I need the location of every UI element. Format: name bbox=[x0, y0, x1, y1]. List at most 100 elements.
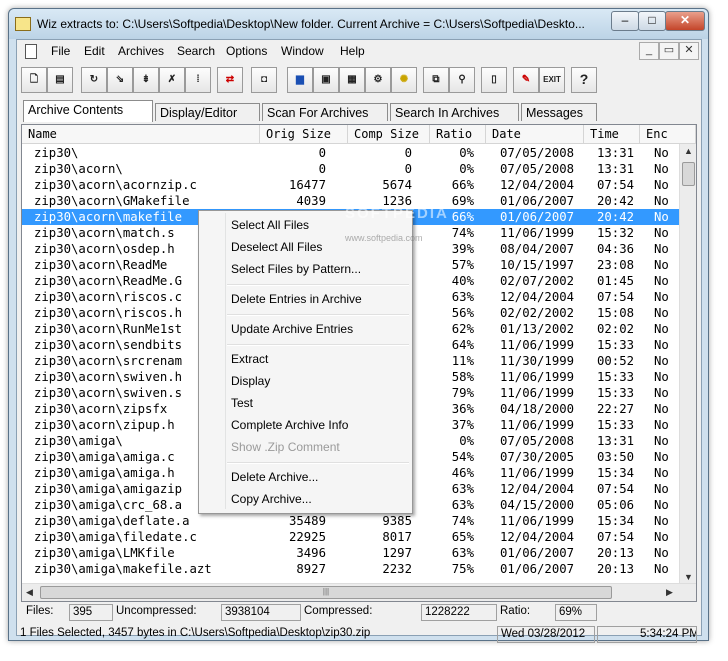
add-files-icon[interactable]: ⇄ bbox=[217, 67, 243, 93]
menu-help[interactable]: Help bbox=[340, 44, 365, 58]
config-icon[interactable]: ⚙ bbox=[365, 67, 391, 93]
scroll-right-arrow-icon[interactable]: ▶ bbox=[666, 587, 673, 598]
minimize-button[interactable]: – bbox=[611, 11, 639, 31]
menu-test[interactable]: Test bbox=[231, 396, 253, 410]
menu-archives[interactable]: Archives bbox=[118, 44, 164, 58]
cell-date: 01/06/2007 bbox=[500, 194, 575, 208]
menu-separator bbox=[227, 344, 409, 346]
column-header-date[interactable]: Date bbox=[486, 125, 584, 143]
menu-delete-entries[interactable]: Delete Entries in Archive bbox=[231, 292, 362, 306]
menu-select-all-files[interactable]: Select All Files bbox=[231, 218, 309, 232]
cell-comp: 5674 bbox=[382, 178, 412, 192]
cell-enc: No bbox=[654, 194, 669, 208]
menu-window[interactable]: Window bbox=[281, 44, 324, 58]
table-row[interactable]: zip30\amiga\deflate.a 35489 9385 74% 11/06/1… bbox=[22, 513, 680, 529]
maximize-button[interactable]: □ bbox=[638, 11, 666, 31]
cell-date: 01/06/2007 bbox=[500, 210, 575, 224]
document-icon[interactable] bbox=[25, 44, 37, 59]
tips-icon[interactable]: ✺ bbox=[391, 67, 417, 93]
mdi-close-button[interactable]: ✕ bbox=[679, 42, 699, 60]
table-row[interactable]: zip30\amiga\LMKfile 3496 1297 63% 01/06/2007… bbox=[22, 545, 680, 561]
column-header-comp-size[interactable]: Comp Size bbox=[348, 125, 430, 143]
column-header-ratio[interactable]: Ratio bbox=[430, 125, 486, 143]
mdi-minimize-button[interactable]: _ bbox=[639, 42, 659, 60]
table-row[interactable]: zip30\amiga\filedate.c 22925 8017 65% 12/04/… bbox=[22, 529, 680, 545]
cell-enc: No bbox=[654, 226, 669, 240]
help-icon[interactable]: ? bbox=[571, 67, 597, 93]
close-button[interactable]: ✕ bbox=[665, 11, 705, 31]
menu-separator bbox=[227, 284, 409, 286]
trash-icon[interactable]: ▯ bbox=[481, 67, 507, 93]
cell-comp: 2232 bbox=[382, 562, 412, 576]
delete-icon[interactable]: ✗ bbox=[159, 67, 185, 93]
cell-enc: No bbox=[654, 322, 669, 336]
refresh-icon[interactable]: ↻ bbox=[81, 67, 107, 93]
menu-update-archive-entries[interactable]: Update Archive Entries bbox=[231, 322, 353, 336]
cell-date: 11/06/1999 bbox=[500, 226, 575, 240]
search-icon[interactable]: ▣ bbox=[313, 67, 339, 93]
tab-search-in-archives[interactable]: Search In Archives bbox=[390, 103, 519, 121]
files-label: Files: bbox=[26, 605, 54, 617]
cell-ratio: 11% bbox=[451, 354, 474, 368]
tab-scan-for-archives[interactable]: Scan For Archives bbox=[262, 103, 388, 121]
list-icon[interactable]: ⁞ bbox=[185, 67, 211, 93]
extract-all-icon[interactable]: ⇟ bbox=[133, 67, 159, 93]
scroll-down-arrow-icon[interactable]: ▼ bbox=[684, 572, 693, 582]
menu-options[interactable]: Options bbox=[226, 44, 267, 58]
cell-time: 15:33 bbox=[597, 418, 635, 432]
install-icon[interactable]: ▆ bbox=[287, 67, 313, 93]
mdi-restore-button[interactable]: ▭ bbox=[659, 42, 679, 60]
menu-copy-archive[interactable]: Copy Archive... bbox=[231, 492, 312, 506]
tab-messages[interactable]: Messages bbox=[521, 103, 597, 121]
magnify-icon[interactable]: ⚲ bbox=[449, 67, 475, 93]
cell-ratio: 65% bbox=[451, 530, 474, 544]
table-row[interactable]: zip30\acorn\ 0 0 0% 07/05/2008 13:31 No bbox=[22, 161, 680, 177]
menu-bar: File Edit Archives Search Options Window… bbox=[17, 40, 701, 62]
menu-display[interactable]: Display bbox=[231, 374, 270, 388]
column-header-enc[interactable]: Enc bbox=[640, 125, 696, 143]
menu-edit[interactable]: Edit bbox=[84, 44, 105, 58]
tab-archive-contents[interactable]: Archive Contents bbox=[23, 100, 153, 122]
copy-icon[interactable]: ⧉ bbox=[423, 67, 449, 93]
horizontal-scroll-thumb[interactable]: ||| bbox=[40, 586, 612, 599]
open-archive-icon[interactable]: ▤ bbox=[47, 67, 73, 93]
vertical-scrollbar[interactable]: ▲ ▼ bbox=[679, 144, 696, 584]
table-row[interactable]: zip30\amiga\makefile.azt 8927 2232 75% 01/06… bbox=[22, 561, 680, 577]
menu-complete-archive-info[interactable]: Complete Archive Info bbox=[231, 418, 348, 432]
uncompressed-label: Uncompressed: bbox=[116, 605, 197, 617]
menu-extract[interactable]: Extract bbox=[231, 352, 268, 366]
cell-date: 11/06/1999 bbox=[500, 514, 575, 528]
column-header-orig-size[interactable]: Orig Size bbox=[260, 125, 348, 143]
scroll-up-arrow-icon[interactable]: ▲ bbox=[684, 146, 693, 156]
watermark: SOFTPEDIA bbox=[345, 205, 449, 222]
tab-display-editor[interactable]: Display/Editor bbox=[155, 103, 260, 121]
cell-enc: No bbox=[654, 178, 669, 192]
cell-date: 12/04/2004 bbox=[500, 530, 575, 544]
new-archive-icon[interactable]: 🗋 bbox=[21, 67, 47, 93]
cell-orig: 22925 bbox=[288, 530, 326, 544]
menu-select-files-by-pattern[interactable]: Select Files by Pattern... bbox=[231, 262, 361, 276]
scroll-left-arrow-icon[interactable]: ◀ bbox=[26, 587, 33, 598]
column-header-time[interactable]: Time bbox=[584, 125, 640, 143]
title-bar[interactable]: Wiz extracts to: C:\Users\Softpedia\Desk… bbox=[9, 9, 708, 39]
cell-date: 12/04/2004 bbox=[500, 178, 575, 192]
edit-icon[interactable]: ✎ bbox=[513, 67, 539, 93]
menu-file[interactable]: File bbox=[51, 44, 70, 58]
find-icon[interactable]: ▦ bbox=[339, 67, 365, 93]
menu-deselect-all-files[interactable]: Deselect All Files bbox=[231, 240, 322, 254]
cell-ratio: 58% bbox=[451, 370, 474, 384]
cell-orig: 4039 bbox=[296, 194, 326, 208]
vertical-scroll-thumb[interactable] bbox=[682, 162, 695, 186]
exit-icon[interactable]: EXIT bbox=[539, 67, 565, 93]
column-header-name[interactable]: Name bbox=[22, 125, 260, 143]
horizontal-scrollbar[interactable]: ◀ ||| ▶ bbox=[22, 583, 696, 601]
table-row[interactable]: zip30\acorn\acornzip.c 16477 5674 66% 12/04/… bbox=[22, 177, 680, 193]
menu-search[interactable]: Search bbox=[177, 44, 215, 58]
extract-icon[interactable]: ⇘ bbox=[107, 67, 133, 93]
menu-delete-archive[interactable]: Delete Archive... bbox=[231, 470, 318, 484]
window-title: Wiz extracts to: C:\Users\Softpedia\Desk… bbox=[37, 17, 585, 31]
view-icon[interactable]: ◘ bbox=[251, 67, 277, 93]
cell-ratio: 62% bbox=[451, 322, 474, 336]
cell-ratio: 74% bbox=[451, 226, 474, 240]
table-row[interactable]: zip30\ 0 0 0% 07/05/2008 13:31 No bbox=[22, 145, 680, 161]
